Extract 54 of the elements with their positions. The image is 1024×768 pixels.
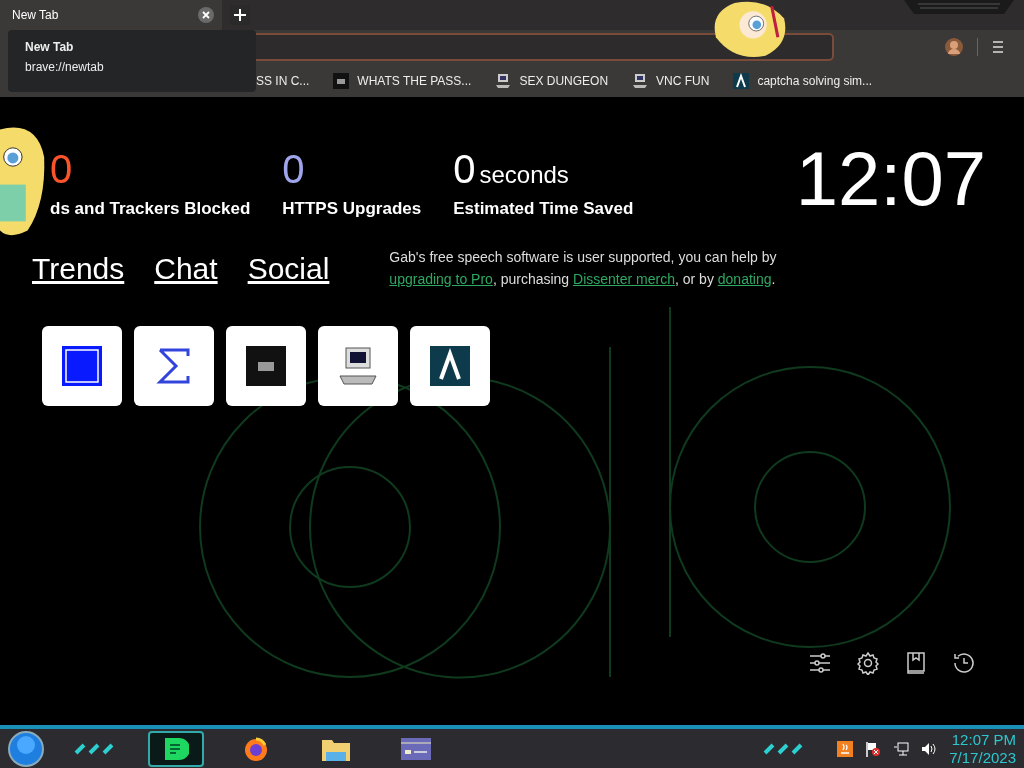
browser-tab[interactable]: New Tab	[0, 0, 222, 30]
stat-number: 0	[50, 147, 73, 192]
tooltip-title: New Tab	[25, 40, 75, 54]
promo-text: Gab's free speech software is user supported, you can help by upgrading to Pro, purchasing Dissenter merch, or by donating.	[389, 248, 778, 289]
network-icon[interactable]	[893, 740, 910, 757]
mft-logo-icon	[62, 346, 102, 386]
caret-logo-icon	[733, 72, 750, 89]
computer-icon	[632, 72, 649, 89]
bookmark[interactable]: SS IN C...	[256, 73, 310, 88]
top-site-tile[interactable]	[318, 326, 398, 406]
stat-label: ds and Trackers Blocked	[50, 199, 251, 219]
bookmark[interactable]: WHATS THE PASS...	[333, 72, 472, 89]
start-orb-icon[interactable]	[8, 730, 44, 767]
flag-error-icon[interactable]	[865, 740, 882, 757]
promo-link[interactable]: Dissenter merch	[573, 271, 675, 287]
promo-link[interactable]: upgrading to Pro	[389, 271, 493, 287]
top-site-tile[interactable]	[410, 326, 490, 406]
top-site-tile[interactable]	[42, 326, 122, 406]
top-site-tile[interactable]	[226, 326, 306, 406]
bookmark[interactable]: captcha solving sim...	[733, 72, 873, 89]
clock: 12:07	[795, 135, 986, 222]
taskbar-app[interactable]	[148, 730, 204, 767]
nav-link[interactable]: Trends	[32, 252, 125, 290]
chat-app-icon	[163, 735, 189, 762]
bookmark[interactable]: SEX DUNGEON	[495, 72, 609, 89]
stat-number: 0	[282, 147, 305, 192]
nav-link[interactable]: Social	[247, 252, 330, 290]
tooltip-url: brave://newtab	[25, 60, 105, 74]
settings-icon[interactable]	[856, 651, 880, 675]
customize-icon[interactable]	[808, 651, 832, 675]
avatar-icon[interactable]	[945, 38, 963, 56]
promo-link[interactable]: donating	[717, 271, 772, 287]
stat-number: 0	[453, 147, 476, 192]
computer-icon	[495, 72, 512, 89]
taskbar-date[interactable]: 7/17/2023	[949, 748, 1016, 767]
caret-logo-icon	[430, 346, 470, 386]
nav-link[interactable]: Chat	[154, 252, 218, 290]
java-icon[interactable]	[837, 740, 854, 757]
bookmark-icon[interactable]	[904, 651, 928, 675]
bookmark[interactable]: VNC FUN	[632, 72, 710, 89]
terminal-icon	[246, 346, 286, 386]
stat-label: Estimated Time Saved	[453, 199, 634, 219]
stat-label: HTTPS Upgrades	[282, 199, 422, 219]
terminal-icon	[333, 72, 350, 89]
history-icon[interactable]	[952, 651, 976, 675]
close-icon[interactable]	[198, 7, 214, 23]
stat-unit: seconds	[479, 161, 569, 189]
window-icon	[401, 737, 431, 760]
computer-icon	[338, 346, 378, 386]
browser-icon	[243, 735, 269, 762]
top-site-tile[interactable]	[134, 326, 214, 406]
taskbar-time[interactable]: 12:07 PM	[949, 730, 1016, 749]
menu-icon[interactable]	[992, 40, 1004, 54]
new-tab-icon[interactable]	[230, 5, 250, 25]
